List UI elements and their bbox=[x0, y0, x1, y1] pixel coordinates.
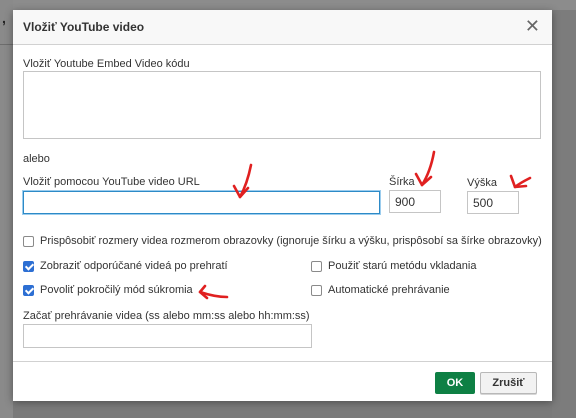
embed-code-label: Vložiť Youtube Embed Video kódu bbox=[23, 58, 190, 70]
start-time-label: Začať prehrávanie videa (ss alebo mm:ss … bbox=[23, 310, 310, 322]
fit-screen-checkbox-label: Prispôsobiť rozmery videa rozmerom obraz… bbox=[40, 235, 542, 247]
dialog-footer: OK Zrušiť bbox=[13, 361, 552, 401]
background-editor-right bbox=[552, 10, 576, 418]
fit-screen-checkbox[interactable]: Prispôsobiť rozmery videa rozmerom obraz… bbox=[23, 235, 542, 247]
width-label: Šírka bbox=[389, 176, 415, 188]
show-related-checkbox-box[interactable] bbox=[23, 260, 34, 272]
start-time-input[interactable] bbox=[23, 324, 312, 348]
height-label: Výška bbox=[467, 177, 497, 189]
old-embed-checkbox[interactable]: Použiť starú metódu vkladania bbox=[311, 260, 476, 272]
show-related-checkbox-label: Zobraziť odporúčané videá po prehratí bbox=[40, 260, 228, 272]
url-label: Vložiť pomocou YouTube video URL bbox=[23, 176, 200, 188]
old-embed-checkbox-label: Použiť starú metódu vkladania bbox=[328, 260, 477, 272]
close-icon[interactable]: ✕ bbox=[525, 17, 540, 35]
background-toolbar bbox=[13, 0, 576, 10]
autoplay-checkbox-label: Automatické prehrávanie bbox=[328, 284, 450, 296]
background-text-fragment: , bbox=[2, 10, 6, 26]
background-divider bbox=[0, 44, 13, 45]
url-input[interactable] bbox=[23, 191, 380, 214]
youtube-dialog: Vložiť YouTube video ✕ Vložiť Youtube Em… bbox=[13, 10, 552, 401]
dialog-title: Vložiť YouTube video bbox=[23, 20, 145, 34]
autoplay-checkbox-box[interactable] bbox=[311, 284, 322, 296]
embed-code-textarea[interactable] bbox=[23, 71, 541, 139]
old-embed-checkbox-box[interactable] bbox=[311, 260, 322, 272]
width-input[interactable] bbox=[389, 190, 441, 213]
or-text: alebo bbox=[23, 153, 50, 165]
cancel-button[interactable]: Zrušiť bbox=[480, 372, 537, 394]
show-related-checkbox[interactable]: Zobraziť odporúčané videá po prehratí bbox=[23, 260, 228, 272]
height-input[interactable] bbox=[467, 191, 519, 214]
ok-button[interactable]: OK bbox=[435, 372, 475, 394]
privacy-mode-checkbox-box[interactable] bbox=[23, 284, 34, 296]
autoplay-checkbox[interactable]: Automatické prehrávanie bbox=[311, 284, 450, 296]
fit-screen-checkbox-box[interactable] bbox=[23, 235, 34, 247]
dialog-titlebar: Vložiť YouTube video ✕ bbox=[13, 10, 552, 45]
privacy-mode-checkbox-label: Povoliť pokročilý mód súkromia bbox=[40, 284, 193, 296]
privacy-mode-checkbox[interactable]: Povoliť pokročilý mód súkromia bbox=[23, 284, 193, 296]
background-editor-left: , bbox=[0, 0, 13, 418]
